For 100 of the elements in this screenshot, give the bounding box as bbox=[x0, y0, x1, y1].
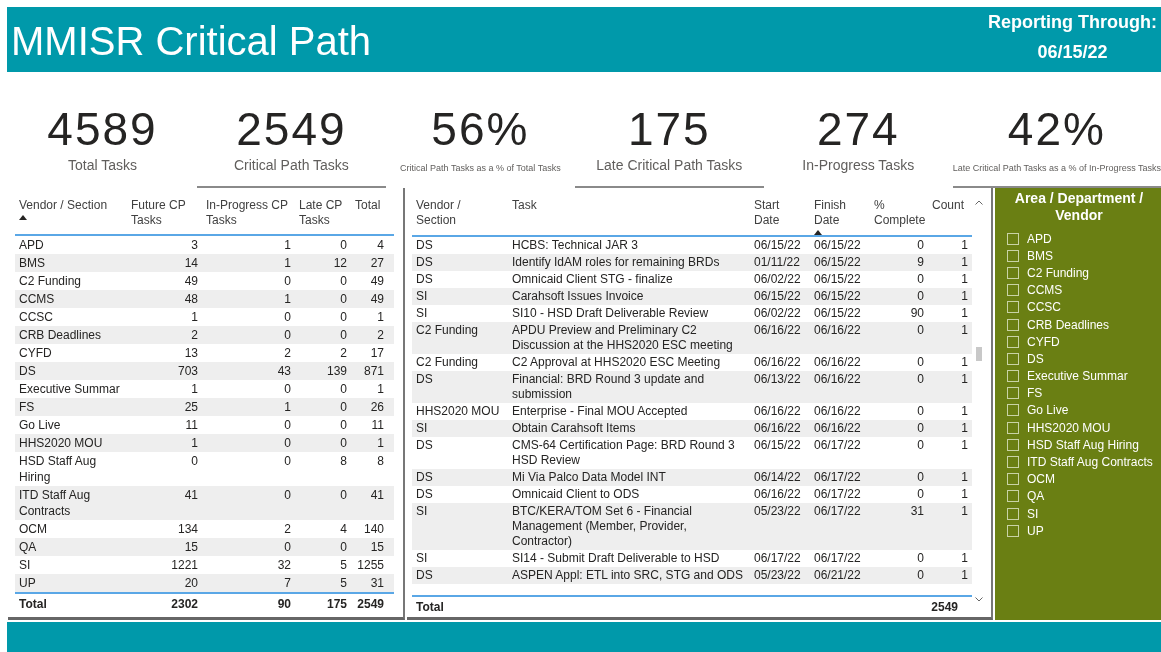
slicer-option[interactable]: APD bbox=[1027, 231, 1052, 246]
table-cell-text: 06/15/22 bbox=[753, 437, 802, 454]
table-cell-text: 1 bbox=[190, 435, 199, 452]
table-cell-text: SI bbox=[415, 305, 429, 322]
slicer-option[interactable]: SI bbox=[1027, 506, 1039, 521]
checkbox[interactable] bbox=[1007, 421, 1019, 434]
slicer-option[interactable]: QA bbox=[1027, 489, 1045, 504]
scroll-up-icon[interactable] bbox=[975, 200, 983, 205]
reporting-label: Reporting Through: bbox=[988, 11, 1157, 34]
column-header[interactable]: Total bbox=[351, 192, 388, 234]
table-cell-text: 06/16/22 bbox=[813, 403, 862, 420]
table-cell-text: 3 bbox=[190, 237, 199, 254]
table-cell-text: Financial: BRD Round 3 update and submission bbox=[511, 371, 706, 403]
table-cell-text: DS bbox=[415, 567, 434, 584]
table-cell-text: 2 bbox=[190, 327, 199, 344]
scrollbar-thumb[interactable] bbox=[976, 347, 982, 361]
table-cell-text: 06/16/22 bbox=[813, 420, 862, 437]
table-cell-text: 0 bbox=[283, 417, 292, 434]
slicer-option[interactable]: C2 Funding bbox=[1027, 265, 1090, 280]
checkbox[interactable] bbox=[1007, 335, 1019, 348]
slicer-option[interactable]: DS bbox=[1027, 351, 1044, 366]
checkbox[interactable] bbox=[1007, 438, 1019, 451]
slicer-option[interactable]: OCM bbox=[1027, 472, 1055, 487]
slicer-option[interactable]: HSD Staff Aug Hiring bbox=[1027, 437, 1139, 452]
column-header[interactable]: Vendor / Section bbox=[412, 192, 508, 234]
checkbox[interactable] bbox=[1007, 301, 1019, 314]
table-cell-text: 1 bbox=[960, 271, 969, 288]
table-cell-text: 06/21/22 bbox=[813, 567, 862, 584]
table-cell-text: 7 bbox=[283, 575, 292, 592]
column-header[interactable]: Task bbox=[508, 192, 750, 234]
kpi-value: 56% bbox=[431, 103, 530, 155]
slicer-option[interactable]: HHS2020 MOU bbox=[1027, 420, 1111, 435]
kpi-label: Late Critical Path Tasks bbox=[596, 156, 743, 175]
table-cell-text: 06/02/22 bbox=[753, 271, 802, 288]
column-header[interactable]: Count bbox=[928, 192, 972, 234]
table-cell-text: 06/02/22 bbox=[753, 305, 802, 322]
column-header[interactable]: In-Progress CP Tasks bbox=[202, 192, 295, 234]
slicer-option[interactable]: BMS bbox=[1027, 248, 1053, 263]
table-cell-text: Carahsoft Issues Invoice bbox=[511, 288, 645, 305]
table-cell-text: 2 bbox=[283, 521, 292, 538]
checkbox[interactable] bbox=[1007, 318, 1019, 331]
checkbox[interactable] bbox=[1007, 473, 1019, 486]
table-cell-text: 15 bbox=[183, 539, 199, 556]
column-header[interactable]: % Complete bbox=[870, 192, 928, 234]
table-cell-text: 0 bbox=[339, 539, 348, 556]
slicer-title: Area / Department / Vendor bbox=[1013, 190, 1145, 225]
table-cell-text: 1 bbox=[960, 237, 969, 254]
table-cell-text: Enterprise - Final MOU Accepted bbox=[511, 403, 689, 420]
table-cell-text: 06/16/22 bbox=[813, 322, 862, 339]
table-cell-text: 06/17/22 bbox=[813, 550, 862, 567]
table-cell-text: 8 bbox=[339, 453, 348, 470]
column-header[interactable]: Finish Date bbox=[810, 192, 870, 235]
table-cell-text: 06/17/22 bbox=[753, 550, 802, 567]
column-header[interactable]: Late CP Tasks bbox=[295, 192, 351, 234]
checkbox[interactable] bbox=[1007, 249, 1019, 262]
total-cell-text: 2302 bbox=[170, 596, 199, 613]
slicer-option[interactable]: CCMS bbox=[1027, 283, 1063, 298]
table-cell-text: HSD Staff Aug Hiring bbox=[18, 453, 98, 486]
table-cell-text: 90 bbox=[909, 305, 925, 322]
checkbox[interactable] bbox=[1007, 370, 1019, 383]
table-cell-text: 0 bbox=[916, 420, 925, 437]
slicer-option[interactable]: Go Live bbox=[1027, 403, 1069, 418]
table-cell-text: 139 bbox=[325, 363, 348, 380]
checkbox[interactable] bbox=[1007, 387, 1019, 400]
checkbox[interactable] bbox=[1007, 232, 1019, 245]
table-cell-text: HCBS: Technical JAR 3 bbox=[511, 237, 639, 254]
table-cell-text: 134 bbox=[176, 521, 199, 538]
table-cell-text: 06/16/22 bbox=[753, 403, 802, 420]
slicer-option[interactable]: CRB Deadlines bbox=[1027, 317, 1110, 332]
checkbox[interactable] bbox=[1007, 266, 1019, 279]
total-cell-text: 2549 bbox=[356, 596, 385, 613]
table-cell-text: 1 bbox=[960, 288, 969, 305]
table-cell-text: DS bbox=[415, 371, 434, 388]
checkbox[interactable] bbox=[1007, 352, 1019, 365]
table-cell-text: 703 bbox=[176, 363, 199, 380]
table-cell-text: 06/15/22 bbox=[813, 288, 862, 305]
checkbox[interactable] bbox=[1007, 456, 1019, 469]
scroll-down-icon[interactable] bbox=[975, 597, 983, 602]
column-header[interactable]: Start Date bbox=[750, 192, 810, 234]
slicer-option[interactable]: FS bbox=[1027, 386, 1043, 401]
table-cell-text: 1 bbox=[960, 322, 969, 339]
checkbox[interactable] bbox=[1007, 490, 1019, 503]
table-cell-text: BMS bbox=[18, 255, 46, 272]
checkbox[interactable] bbox=[1007, 404, 1019, 417]
slicer-option[interactable]: CCSC bbox=[1027, 300, 1061, 315]
table-cell-text: C2 Approval at HHS2020 ESC Meeting bbox=[511, 354, 722, 371]
table-cell-text: 1 bbox=[376, 381, 385, 398]
slicer-option[interactable]: ITD Staff Aug Contracts bbox=[1027, 455, 1153, 470]
table-cell-text: 49 bbox=[369, 291, 385, 308]
slicer-option[interactable]: UP bbox=[1027, 523, 1044, 538]
checkbox[interactable] bbox=[1007, 524, 1019, 537]
slicer-option[interactable]: Executive Summar bbox=[1027, 369, 1128, 384]
table-cell-text: 1 bbox=[960, 371, 969, 388]
checkbox[interactable] bbox=[1007, 284, 1019, 297]
slicer-option[interactable]: CYFD bbox=[1027, 334, 1060, 349]
table-cell-text: CRB Deadlines bbox=[18, 327, 103, 344]
column-header[interactable]: Vendor / Section bbox=[15, 192, 127, 234]
checkbox[interactable] bbox=[1007, 507, 1019, 520]
column-header[interactable]: Future CP Tasks bbox=[127, 192, 202, 234]
table-cell-text: Mi Via Palco Data Model INT bbox=[511, 469, 667, 486]
